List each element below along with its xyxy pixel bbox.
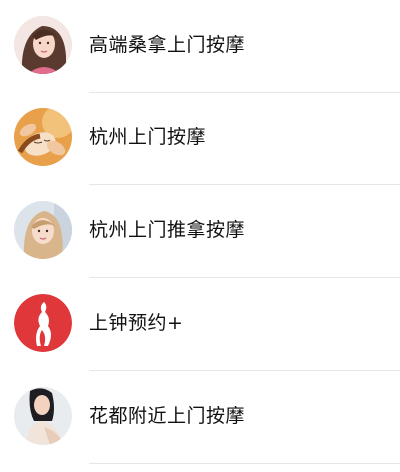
item-title: 高端桑拿上门按摩 (89, 34, 246, 56)
item-title: 杭州上门推拿按摩 (89, 219, 246, 241)
list-item[interactable]: 上钟预约+ (0, 278, 400, 371)
item-title: 花都附近上门按摩 (89, 405, 246, 427)
item-title: 上钟预约+ (89, 312, 184, 334)
list-item[interactable]: 花都附近上门按摩 (0, 371, 400, 464)
facial-massage-avatar (14, 108, 72, 166)
woman-sitting-avatar (14, 387, 72, 445)
list-item[interactable]: 杭州上门推拿按摩 (0, 185, 400, 278)
woman-portrait-avatar (14, 16, 72, 74)
chat-list: 高端桑拿上门按摩 杭州上门按摩 杭州上门推拿按摩 上钟预约+ 花都附近上门按摩 (0, 0, 400, 472)
red-silhouette-logo (14, 294, 72, 352)
item-title: 杭州上门按摩 (89, 126, 207, 148)
list-item[interactable]: 高端桑拿上门按摩 (0, 0, 400, 93)
divider (89, 463, 400, 464)
woman-selfie-avatar (14, 201, 72, 259)
list-item[interactable]: 杭州上门按摩 (0, 92, 400, 185)
